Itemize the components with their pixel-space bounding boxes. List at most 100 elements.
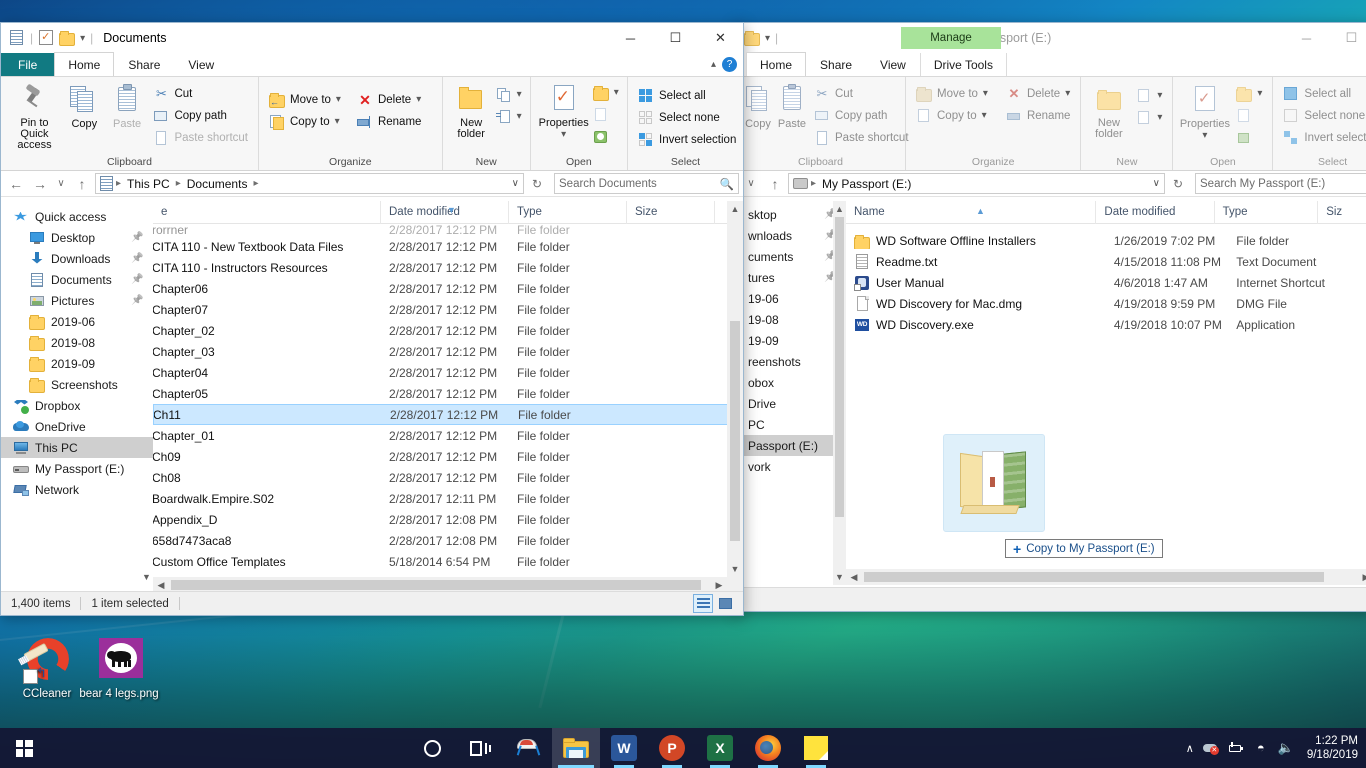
column-headers[interactable]: ▲ Name Date modified Type Siz — [846, 201, 1366, 224]
select-all-button[interactable]: Select all — [1279, 83, 1366, 104]
copy-path-button[interactable]: Copy path — [149, 105, 252, 126]
table-row[interactable]: Chapter_01 2/28/2017 12:12 PM File folder — [153, 425, 743, 446]
column-date-modified[interactable]: ▼ Date modified — [381, 201, 509, 224]
breadcrumb-my-passport[interactable]: My Passport (E:) — [819, 177, 914, 191]
move-to-button[interactable]: Move to ▾ — [912, 83, 992, 104]
taskbar-firefox[interactable] — [744, 728, 792, 768]
paste-shortcut-button[interactable]: Paste shortcut — [149, 127, 252, 148]
column-name[interactable]: ▲ Name — [846, 201, 1097, 224]
column-date-modified[interactable]: Date modified — [1096, 201, 1215, 224]
tab-home[interactable]: Home — [54, 52, 115, 76]
scroll-up-arrow[interactable]: ▲ — [833, 201, 846, 217]
sidebar-item-documents[interactable]: Documents 📌 — [1, 269, 153, 290]
table-row[interactable]: Chapter06 2/28/2017 12:12 PM File folder — [153, 278, 743, 299]
customize-qat-icon[interactable]: ▾ — [765, 33, 770, 44]
open-button[interactable]: ▾ — [591, 82, 621, 103]
taskbar[interactable]: W P X ∧ ✕ ◓ 🔈 1:22 PM 9/18/2019 — [0, 728, 1366, 768]
search-input[interactable]: Search Documents 🔍 — [554, 173, 739, 194]
sidebar-item-vork[interactable]: vork — [736, 456, 846, 477]
sidebar-item-19-06[interactable]: 19-06 — [736, 288, 846, 309]
help-icon[interactable]: ? — [722, 57, 737, 72]
sidebar-item-dropbox[interactable]: Dropbox — [1, 395, 153, 416]
edit-button[interactable] — [591, 104, 621, 125]
table-row[interactable]: Custom Office Templates 5/18/2014 6:54 PM… — [153, 551, 743, 572]
table-row[interactable]: WD Discovery for Mac.dmg 4/19/2018 9:59 P… — [846, 293, 1366, 314]
taskbar-powerpoint[interactable]: P — [648, 728, 696, 768]
new-folder-icon[interactable]: ✓ — [38, 30, 54, 46]
breadcrumb-documents[interactable]: Documents — [184, 177, 251, 191]
sidebar-item-downloads[interactable]: Downloads 📌 — [1, 248, 153, 269]
table-row[interactable]: Ch09 2/28/2017 12:12 PM File folder — [153, 446, 743, 467]
window2-minimize-button[interactable]: ─ — [1284, 23, 1329, 53]
file-rows[interactable]: rorrner 2/28/2017 12:12 PM File folder CITA… — [153, 224, 743, 572]
pin-to-quick-access-button[interactable]: Pin to Quick access — [7, 81, 62, 151]
rename-button[interactable]: Rename — [353, 111, 425, 132]
taskbar-file-explorer[interactable] — [552, 728, 600, 768]
network-icon[interactable]: ◓ — [1253, 740, 1269, 756]
table-row[interactable]: WD WD Discovery.exe 4/19/2018 10:07 PM Appl… — [846, 314, 1366, 335]
nav-pane-scrollbar[interactable]: ▲ ▼ — [833, 201, 846, 585]
address-bar[interactable]: ▸ This PC ▸ Documents ▸ ∨ — [95, 173, 524, 194]
address-dropdown-icon[interactable]: ∨ — [1153, 178, 1160, 189]
window1-titlebar[interactable]: | ✓ ▾ | Documents ─ ☐ ✕ — [1, 23, 743, 53]
scroll-left-arrow[interactable]: ◀ — [846, 572, 862, 583]
sidebar-item-passport-e[interactable]: Passport (E:) — [736, 435, 846, 456]
easy-access-button[interactable]: ▾ — [1132, 107, 1166, 128]
table-row[interactable]: WD Software Offline Installers 1/26/2019 … — [846, 230, 1366, 251]
nav-list[interactable]: sktop 📌 wnloads 📌 cuments 📌 tures 📌 19-06 19-08 19… — [736, 204, 846, 477]
up-button[interactable]: ↑ — [764, 173, 786, 195]
forward-button[interactable]: → — [29, 173, 51, 195]
new-item-button[interactable]: ▾ — [494, 84, 524, 105]
open-button[interactable]: ▾ — [1232, 83, 1266, 104]
invert-selection-button[interactable]: Invert selection — [1279, 127, 1366, 148]
delete-button[interactable]: ✕ Delete ▾ — [1002, 83, 1074, 104]
copy-path-button[interactable]: Copy path — [810, 105, 913, 126]
sidebar-item-this-pc[interactable]: This PC — [1, 437, 153, 458]
scroll-down-arrow[interactable]: ▼ — [140, 569, 153, 585]
table-row[interactable]: CITA 110 - Instructors Resources 2/28/201… — [153, 257, 743, 278]
copy-to-button[interactable]: Copy to ▾ — [265, 111, 345, 132]
scroll-right-arrow[interactable]: ▶ — [711, 580, 727, 591]
select-none-button[interactable]: Select none — [634, 107, 740, 128]
column-type[interactable]: Type — [509, 201, 627, 224]
sidebar-item-19-08[interactable]: 19-08 — [736, 309, 846, 330]
delete-button[interactable]: ✕ Delete ▾ — [353, 89, 425, 110]
back-button[interactable]: ← — [5, 173, 27, 195]
column-type[interactable]: Type — [1215, 201, 1319, 224]
sidebar-item-desktop[interactable]: Desktop 📌 — [1, 227, 153, 248]
properties-button[interactable]: ✓ Properties ▾ — [537, 81, 591, 141]
sidebar-item-my-passport-e[interactable]: My Passport (E:) — [1, 458, 153, 479]
window1-controls[interactable]: ─ ☐ ✕ — [608, 23, 743, 53]
taskbar-sticky-notes[interactable] — [792, 728, 840, 768]
new-folder-button[interactable]: New folder — [449, 81, 494, 140]
sidebar-item-reenshots[interactable]: reenshots — [736, 351, 846, 372]
window1-ribbon[interactable]: Pin to Quick access Copy Paste ✂ Cut Cop… — [1, 77, 743, 171]
view-buttons[interactable] — [693, 594, 743, 613]
customize-qat-icon[interactable]: ▾ — [80, 33, 85, 44]
sidebar-item-2019-06[interactable]: 2019-06 — [1, 311, 153, 332]
sidebar-item-pc[interactable]: PC — [736, 414, 846, 435]
table-row[interactable]: CITA 110 - New Textbook Data Files 2/28/2… — [153, 236, 743, 257]
sidebar-item-quick-access[interactable]: Quick access — [1, 206, 153, 227]
window1-navigation-pane[interactable]: Quick access Desktop 📌 Downloads 📌 Documents 📌… — [1, 201, 153, 593]
sidebar-item-19-09[interactable]: 19-09 — [736, 330, 846, 351]
window2-tabstrip[interactable]: Home Share View Drive Tools — [736, 52, 1366, 77]
copy-button[interactable]: Copy — [64, 81, 105, 130]
rename-button[interactable]: Rename — [1002, 105, 1074, 126]
explorer-window-my-passport[interactable]: ▾ | Manage My Passport (E:) ─ ☐ Home Sha… — [735, 22, 1366, 612]
address-dropdown-icon[interactable]: ∨ — [512, 178, 519, 189]
explorer-window-documents[interactable]: | ✓ ▾ | Documents ─ ☐ ✕ File Home Share … — [0, 22, 744, 616]
paste-button[interactable]: Paste — [107, 81, 148, 130]
select-all-button[interactable]: Select all — [634, 85, 740, 106]
hscroll-thumb[interactable] — [864, 572, 1324, 582]
window2-ribbon[interactable]: Copy Paste ✂ Cut Copy path Paste shortcu… — [736, 77, 1366, 171]
table-row[interactable]: rorrner 2/28/2017 12:12 PM File folder — [153, 224, 743, 236]
file-list-scrollbar[interactable]: ▲ ▼ — [727, 201, 743, 577]
details-view-button[interactable] — [693, 594, 713, 613]
taskbar-clock[interactable]: 1:22 PM 9/18/2019 — [1303, 734, 1358, 762]
window2-file-list[interactable]: ▲ Name Date modified Type Siz WD Softwar… — [846, 201, 1366, 585]
history-button[interactable] — [1232, 127, 1266, 148]
refresh-button[interactable]: ↻ — [1167, 173, 1189, 195]
scroll-thumb[interactable] — [730, 321, 740, 541]
column-name[interactable]: e — [153, 201, 381, 224]
